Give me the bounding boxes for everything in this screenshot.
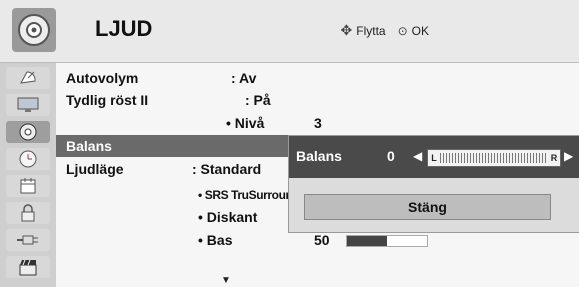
menu-row-autovolym[interactable]: Autovolym : Av <box>56 67 579 89</box>
clock-icon <box>19 150 37 168</box>
balance-left-arrow-icon[interactable]: ◀ <box>413 149 422 163</box>
niva-label: • Nivå <box>226 115 265 131</box>
tydlig-rost-label: Tydlig röst II <box>66 92 149 108</box>
speaker-icon <box>19 123 37 141</box>
balance-right-marker: R <box>550 153 558 163</box>
close-button[interactable]: Stäng <box>304 194 551 220</box>
balans-label: Balans <box>66 138 112 154</box>
lock-icon <box>21 204 35 222</box>
sidebar-item-lock[interactable] <box>6 202 50 224</box>
tv-menu-screen: LJUD ✥ Flytta ⊙ OK Autovolym: Av Tydlig… <box>0 0 579 287</box>
satellite-dish-icon <box>20 71 36 84</box>
scroll-down-indicator[interactable]: ▼ <box>221 275 231 286</box>
autovolym-label: Autovolym <box>66 70 139 86</box>
navigation-hint: ✥ Flytta ⊙ OK <box>341 22 429 39</box>
ljudlage-label: Ljudläge <box>66 161 124 177</box>
bas-level-fill <box>347 236 387 246</box>
picture-screen-icon <box>17 97 39 112</box>
sidebar-item-media[interactable] <box>6 256 50 278</box>
move-arrows-icon: ✥ <box>340 22 353 38</box>
sidebar-item-time[interactable] <box>6 148 50 170</box>
bas-level-bar <box>346 235 428 247</box>
sidebar-item-picture[interactable] <box>6 94 50 116</box>
niva-value: 3 <box>314 115 322 131</box>
ok-button-icon: ⊙ <box>397 23 408 38</box>
clapperboard-icon <box>19 259 37 276</box>
menu-row-tydlig-rost[interactable]: Tydlig röst II : På <box>56 89 579 111</box>
balance-left-marker: L <box>431 153 437 163</box>
autovolym-value: : Av <box>231 70 257 86</box>
balance-popup: Balans 0 ◀ L R ▶ Stäng <box>288 135 579 233</box>
sidebar-item-satellite[interactable] <box>6 67 50 89</box>
ljudlage-value: : Standard <box>192 161 262 177</box>
balance-slider[interactable]: L R <box>427 149 561 167</box>
diskant-label: • Diskant <box>198 209 258 225</box>
bas-label: • Bas <box>198 232 233 248</box>
balance-popup-value: 0 <box>387 148 395 164</box>
srs-label: • SRS TruSurround <box>198 188 300 202</box>
calendar-icon <box>20 178 36 194</box>
sidebar-item-option[interactable] <box>6 175 50 197</box>
sidebar-item-input[interactable] <box>6 229 50 251</box>
menu-header: LJUD ✥ Flytta ⊙ OK <box>0 0 579 63</box>
page-title: LJUD <box>95 16 153 41</box>
sidebar-item-audio[interactable] <box>6 121 50 143</box>
balance-popup-header: Balans 0 ◀ L R ▶ <box>289 136 579 178</box>
category-sidebar <box>0 63 56 287</box>
tydlig-rost-value: : På <box>245 92 271 108</box>
balance-scale <box>440 153 548 163</box>
balance-right-arrow-icon[interactable]: ▶ <box>564 149 573 163</box>
speaker-icon <box>12 8 56 52</box>
balance-popup-label: Balans <box>296 148 342 164</box>
menu-row-niva[interactable]: • Nivå 3 <box>56 112 579 134</box>
hint-ok-label: OK <box>411 23 429 38</box>
input-plug-icon <box>17 235 38 245</box>
bas-value: 50 <box>314 232 330 248</box>
hint-move-label: Flytta <box>356 23 386 38</box>
